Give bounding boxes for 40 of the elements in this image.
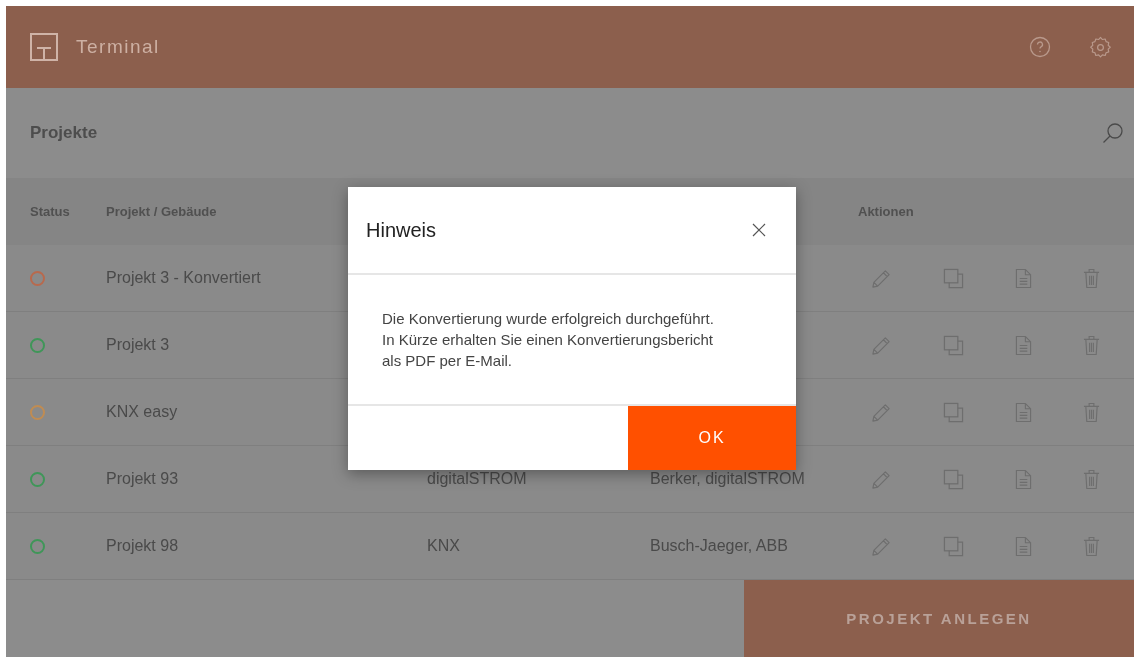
- help-icon[interactable]: [1029, 36, 1051, 58]
- trash-icon[interactable]: [1083, 334, 1100, 356]
- system-cell: digitalSTROM: [427, 470, 527, 488]
- project-name[interactable]: Projekt 93: [106, 470, 179, 488]
- manufacturer-cell: Busch-Jaeger, ABB: [650, 537, 788, 555]
- copy-icon[interactable]: [943, 334, 964, 356]
- edit-icon[interactable]: [871, 401, 892, 423]
- close-icon[interactable]: [752, 223, 766, 237]
- project-name[interactable]: Projekt 3 - Konvertiert: [106, 269, 261, 287]
- project-name[interactable]: Projekt 98: [106, 537, 179, 555]
- system-cell: KNX: [427, 537, 460, 555]
- create-project-button[interactable]: PROJEKT ANLEGEN: [744, 580, 1134, 657]
- page-title: Projekte: [30, 123, 98, 143]
- edit-icon[interactable]: [871, 267, 892, 289]
- logo-icon: [30, 33, 58, 61]
- copy-icon[interactable]: [943, 401, 964, 423]
- trash-icon[interactable]: [1083, 401, 1100, 423]
- copy-icon[interactable]: [943, 535, 964, 557]
- dialog-message: Die Konvertierung wurde erfolgreich durchgeführt. In Kürze erhalten Sie einen Konvertierungsbericht als PDF per E-Mail.: [382, 309, 715, 371]
- dialog-title: Hinweis: [366, 218, 437, 242]
- trash-icon[interactable]: [1083, 535, 1100, 557]
- edit-icon[interactable]: [871, 468, 892, 490]
- copy-icon[interactable]: [943, 468, 964, 490]
- edit-icon[interactable]: [871, 535, 892, 557]
- ok-button[interactable]: OK: [628, 406, 796, 470]
- trash-icon[interactable]: [1083, 468, 1100, 490]
- app-title: Terminal: [76, 36, 160, 58]
- settings-icon[interactable]: [1089, 35, 1112, 59]
- document-icon[interactable]: [1015, 267, 1032, 289]
- project-name[interactable]: KNX easy: [106, 403, 178, 421]
- copy-icon[interactable]: [943, 267, 964, 289]
- document-icon[interactable]: [1015, 401, 1032, 423]
- project-name[interactable]: Projekt 3: [106, 336, 170, 354]
- trash-icon[interactable]: [1083, 267, 1100, 289]
- document-icon[interactable]: [1015, 535, 1032, 557]
- document-icon[interactable]: [1015, 468, 1032, 490]
- edit-icon[interactable]: [871, 334, 892, 356]
- search-icon[interactable]: [1102, 122, 1124, 144]
- document-icon[interactable]: [1015, 334, 1032, 356]
- manufacturer-cell: Berker, digitalSTROM: [650, 470, 805, 488]
